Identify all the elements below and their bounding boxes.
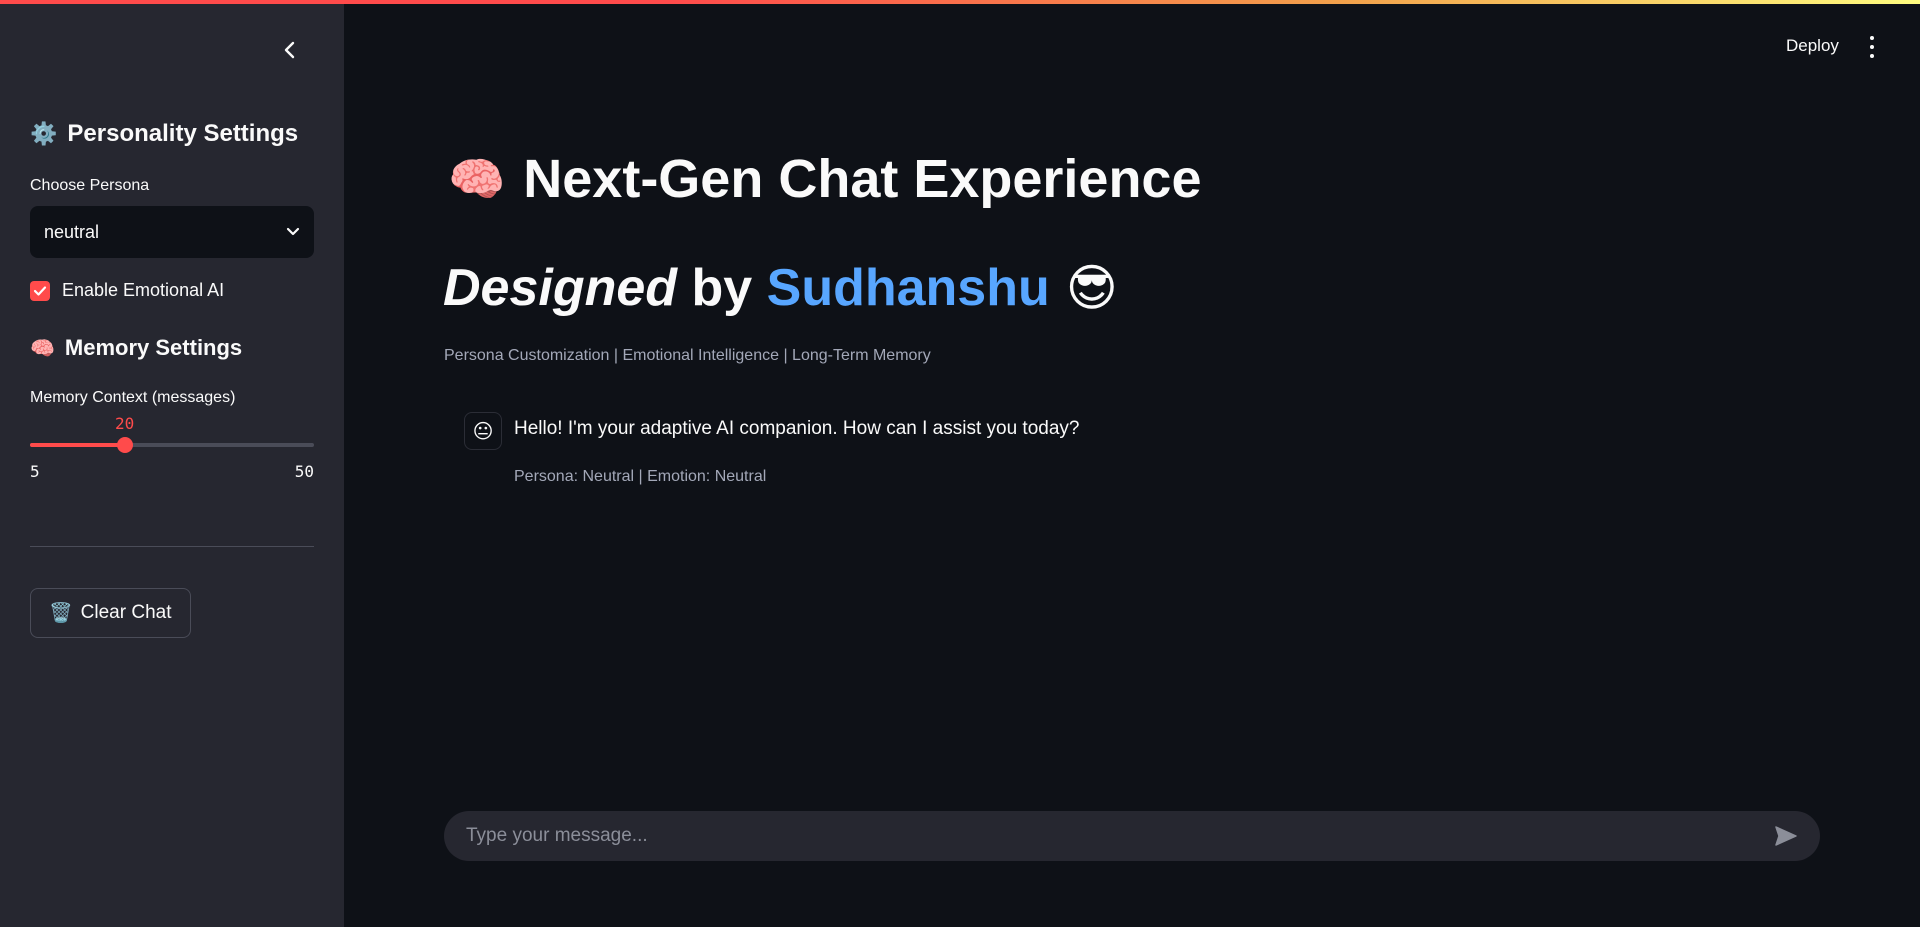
- designed-word: Designed: [443, 259, 678, 317]
- slider-fill: [30, 443, 125, 447]
- chat-message: 😐 Hello! I'm your adaptive AI companion.…: [464, 412, 1079, 486]
- persona-label: Choose Persona: [30, 177, 150, 194]
- memory-context-label: Memory Context (messages): [30, 389, 236, 406]
- clear-chat-label: Clear Chat: [80, 602, 172, 623]
- message-body: Hello! I'm your adaptive AI companion. H…: [514, 412, 1079, 486]
- memory-settings-title: Memory Settings: [64, 335, 243, 360]
- persona-select[interactable]: neutral: [30, 206, 314, 258]
- by-word: by: [677, 259, 767, 317]
- brain-icon: 🧠: [30, 337, 55, 360]
- slider-thumb[interactable]: [116, 437, 133, 453]
- slider-min-value: 5: [30, 462, 40, 481]
- clear-chat-button[interactable]: 🗑️ Clear Chat: [30, 588, 191, 638]
- top-decoration-bar: [0, 0, 1920, 4]
- assistant-avatar: 😐: [464, 412, 502, 450]
- author-name: Sudhanshu: [766, 259, 1050, 317]
- emotional-ai-checkbox[interactable]: [30, 280, 50, 301]
- checkmark-icon: [33, 285, 47, 296]
- personality-settings-heading: ⚙️ Personality Settings: [30, 120, 298, 148]
- designed-by-heading: Designed by Sudhanshu 😎: [443, 258, 1118, 318]
- send-icon: [1775, 826, 1797, 846]
- message-caption: Persona: Neutral | Emotion: Neutral: [514, 468, 767, 485]
- memory-settings-heading: 🧠 Memory Settings: [30, 335, 242, 361]
- slider-max-value: 50: [294, 462, 314, 481]
- sidebar-divider: [30, 546, 314, 547]
- send-button[interactable]: [1772, 822, 1800, 850]
- persona-select-value: neutral: [44, 221, 100, 242]
- slider-track[interactable]: [30, 443, 314, 447]
- trash-icon: 🗑️: [49, 603, 73, 624]
- personality-settings-title: Personality Settings: [67, 120, 299, 147]
- page-title-text: Next-Gen Chat Experience: [523, 149, 1202, 209]
- slider-current-value: 20: [115, 414, 135, 433]
- vertical-dots-icon[interactable]: [1862, 36, 1882, 58]
- sunglasses-emoji-icon: 😎: [1065, 260, 1118, 316]
- chat-input[interactable]: [464, 824, 1772, 848]
- chat-input-bar: [444, 811, 1820, 861]
- message-text: Hello! I'm your adaptive AI companion. H…: [514, 418, 1080, 439]
- chevron-down-icon: [286, 227, 300, 236]
- chevron-left-icon: [284, 41, 295, 59]
- deploy-button[interactable]: Deploy: [1786, 36, 1839, 56]
- memory-context-slider[interactable]: 20 5 50: [30, 410, 314, 481]
- emotional-ai-label: Enable Emotional AI: [62, 280, 225, 300]
- emotional-ai-checkbox-row[interactable]: Enable Emotional AI: [30, 280, 224, 301]
- gear-icon: ⚙️: [30, 121, 58, 146]
- feature-caption: Persona Customization | Emotional Intell…: [444, 347, 931, 364]
- page-title: 🧠 Next-Gen Chat Experience: [448, 148, 1202, 210]
- brain-icon: 🧠: [448, 152, 506, 205]
- collapse-sidebar-button[interactable]: [278, 38, 302, 62]
- sidebar: ⚙️ Personality Settings Choose Persona n…: [0, 0, 344, 927]
